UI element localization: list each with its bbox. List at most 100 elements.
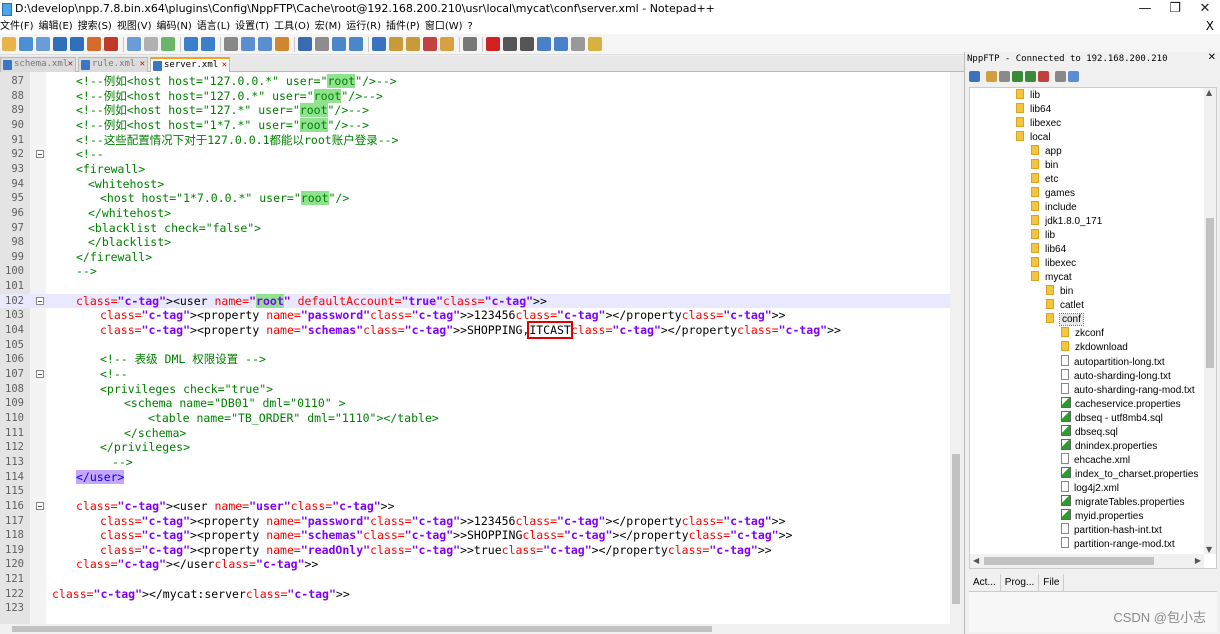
upload-icon[interactable] [1012, 71, 1023, 82]
udl-icon[interactable] [389, 37, 403, 51]
tree-file-item[interactable]: dbseq.sql [1061, 425, 1118, 439]
menu-item[interactable]: 文件(F) [0, 20, 39, 33]
tree-file-item[interactable]: log4j2.xml [1061, 481, 1119, 495]
tree-folder-item[interactable]: local [1016, 131, 1051, 145]
print-icon[interactable] [104, 37, 118, 51]
editor-horizontal-scrollbar[interactable] [0, 624, 962, 634]
find-icon[interactable] [224, 37, 238, 51]
code-line[interactable]: 119 class="c-tag"><property name="readOnl… [0, 543, 962, 558]
tree-folder-item[interactable]: games [1031, 187, 1075, 201]
open-file-icon[interactable] [19, 37, 33, 51]
menu-item[interactable]: ? [468, 20, 478, 33]
menu-item[interactable]: 编辑(E) [39, 20, 78, 33]
code-line[interactable]: 114 </user> [0, 469, 962, 485]
tree-folder-item[interactable]: zkdownload [1061, 341, 1128, 355]
sync-v-icon[interactable] [298, 37, 312, 51]
tree-file-item[interactable]: myid.properties [1061, 509, 1143, 523]
undo-icon[interactable] [184, 37, 198, 51]
code-line[interactable]: 92 <!-- [0, 147, 962, 162]
connect-icon[interactable] [969, 71, 980, 82]
code-line[interactable]: 101 [0, 279, 962, 294]
code-line[interactable]: 104 class="c-tag"><property name="schemas… [0, 321, 962, 340]
refresh-icon[interactable] [1025, 71, 1036, 82]
scroll-right-arrow-icon[interactable]: ▶ [1195, 556, 1201, 565]
tree-folder-item[interactable]: bin [1031, 159, 1058, 173]
scroll-left-arrow-icon[interactable]: ◀ [973, 556, 979, 565]
tree-folder-item[interactable]: lib64 [1031, 243, 1066, 257]
ftp-tree-horizontal-scrollbar[interactable]: ◀ ▶ [970, 554, 1204, 568]
ftp-panel-close-button[interactable]: ✕ [1208, 52, 1216, 63]
tab-close-icon[interactable]: ✕ [222, 59, 227, 72]
code-line[interactable]: 103 class="c-tag"><property name="passwor… [0, 308, 962, 323]
code-editor[interactable]: 87 <!--例如<host host="127.0.0.*" user="roo… [0, 72, 962, 624]
tree-folder-item[interactable]: lib [1031, 229, 1055, 243]
tree-folder-item[interactable]: etc [1031, 173, 1058, 187]
fold-toggle-icon[interactable] [36, 150, 44, 159]
replace-icon[interactable] [241, 37, 255, 51]
menu-item[interactable]: 设置(T) [235, 20, 274, 33]
code-line[interactable]: 122 class="c-tag"></mycat:serverclass="c-… [0, 587, 962, 602]
fold-toggle-icon[interactable] [36, 501, 44, 510]
minimize-button[interactable]: — [1130, 0, 1160, 20]
tree-folder-item[interactable]: include [1031, 201, 1077, 215]
doc-map-icon[interactable] [406, 37, 420, 51]
ftp-tree-vertical-scrollbar[interactable]: ▲ ▼ [1204, 88, 1216, 554]
tree-folder-item[interactable]: bin [1046, 285, 1073, 299]
tree-file-item[interactable]: cacheservice.properties [1061, 397, 1181, 411]
tree-folder-item[interactable]: libexec [1031, 257, 1076, 271]
code-line[interactable]: 116 class="c-tag"><user name="user"class=… [0, 499, 962, 514]
tree-folder-item[interactable]: libexec [1016, 117, 1061, 131]
menu-item[interactable]: 视图(V) [117, 20, 157, 33]
settings-icon[interactable] [1055, 71, 1066, 82]
code-line[interactable]: 115 [0, 484, 962, 499]
tree-folder-item[interactable]: conf [1046, 313, 1084, 327]
code-line[interactable]: 89 <!--例如<host host="127.*" user="root"/>… [0, 103, 962, 118]
cut-icon[interactable] [127, 37, 141, 51]
code-line[interactable]: 123 [0, 601, 962, 616]
ftp-file-tree[interactable]: lib lib64 libexec local app bin etc games includ… [969, 87, 1217, 569]
code-line[interactable]: 111 </schema> [0, 426, 962, 441]
code-line[interactable]: 112 </privileges> [0, 440, 962, 455]
tab-schema-xml[interactable]: schema.xml ✕ [0, 57, 76, 72]
code-line[interactable]: 91 <!--这些配置情况下对于127.0.0.1都能以root账户登录--> [0, 133, 962, 148]
ftp-tree-hscroll-thumb[interactable] [984, 557, 1154, 565]
code-line[interactable]: 93 <firewall> [0, 162, 962, 177]
zoom-in-icon[interactable] [258, 37, 272, 51]
tree-file-item[interactable]: ehcache.xml [1061, 453, 1130, 467]
tree-file-item[interactable]: partition-range-mod.txt [1061, 537, 1175, 551]
code-line[interactable]: 88 <!--例如<host host="127.0.*" user="root"… [0, 88, 962, 104]
folder-open-icon[interactable] [986, 71, 997, 82]
sync-h-icon[interactable] [315, 37, 329, 51]
code-line[interactable]: 106 <!-- 表级 DML 权限设置 --> [0, 352, 962, 367]
paste-icon[interactable] [161, 37, 175, 51]
menu-item[interactable]: 搜索(S) [78, 20, 117, 33]
ftp-bottom-tab[interactable]: Prog... [1001, 574, 1040, 592]
save-all-icon[interactable] [53, 37, 67, 51]
fold-toggle-icon[interactable] [36, 370, 44, 378]
message-window-icon[interactable] [1068, 71, 1079, 82]
tree-folder-item[interactable]: catlet [1046, 299, 1084, 313]
code-line[interactable]: 117 class="c-tag"><property name="passwor… [0, 514, 962, 529]
code-line[interactable]: 99 </firewall> [0, 250, 962, 265]
menu-item[interactable]: 编码(N) [157, 20, 197, 33]
save-macro-icon[interactable] [554, 37, 568, 51]
tree-folder-item[interactable]: zkconf [1061, 327, 1104, 341]
code-line[interactable]: 121 [0, 572, 962, 587]
wrap-icon[interactable] [332, 37, 346, 51]
maximize-button[interactable]: ❐ [1160, 0, 1190, 20]
tree-file-item[interactable]: index_to_charset.properties [1061, 467, 1198, 481]
code-line[interactable]: 87 <!--例如<host host="127.0.0.*" user="roo… [0, 74, 962, 89]
tab-server-xml[interactable]: server.xml ✕ [150, 57, 230, 73]
tree-file-item[interactable]: auto-sharding-long.txt [1061, 369, 1171, 383]
ftp-tree-scroll-thumb[interactable] [1206, 218, 1214, 368]
plugin-icon[interactable] [571, 37, 585, 51]
run-macro-icon[interactable] [537, 37, 551, 51]
tree-file-item[interactable]: dnindex.properties [1061, 439, 1157, 453]
code-line[interactable]: 113 --> [0, 455, 962, 470]
menu-item[interactable]: 窗口(W) [425, 20, 468, 33]
indent-guide-icon[interactable] [372, 37, 386, 51]
code-line[interactable]: 98 </blacklist> [0, 235, 962, 250]
new-file-icon[interactable] [2, 37, 16, 51]
editor-vertical-scrollbar[interactable] [950, 72, 962, 624]
tree-folder-item[interactable]: lib64 [1016, 103, 1051, 117]
